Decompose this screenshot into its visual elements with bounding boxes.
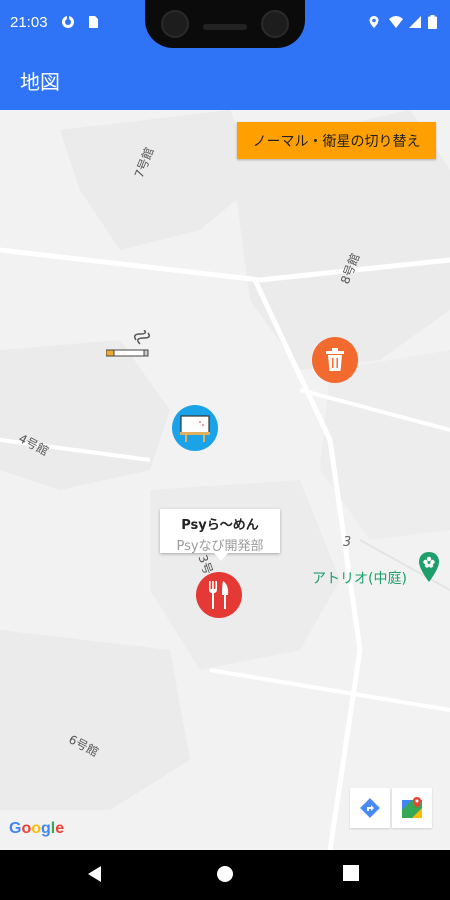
location-icon (369, 16, 379, 28)
signal-icon (409, 16, 421, 28)
app-bar: 地図 (0, 48, 450, 110)
smoking-icon[interactable] (106, 330, 154, 362)
system-navigation-bar (0, 850, 450, 900)
camera-notch (145, 0, 305, 48)
home-icon[interactable] (216, 865, 234, 883)
map-background (0, 110, 450, 850)
directions-button[interactable] (350, 788, 390, 828)
sync-icon (62, 15, 74, 28)
earpiece-speaker (203, 24, 247, 30)
status-bar: 21:03 (0, 0, 450, 48)
recents-icon[interactable] (343, 865, 359, 881)
map-view[interactable]: 7号館 8号館 4号館 6号館 3号 3 ノーマル・衛星の切り替え Psyら〜め… (0, 110, 450, 850)
wifi-icon (389, 16, 403, 28)
trash-marker[interactable] (312, 337, 358, 383)
restaurant-icon (209, 581, 229, 609)
marker-info-window[interactable]: Psyら〜めん Psyなび開発部 (160, 509, 280, 561)
back-icon[interactable] (86, 865, 104, 883)
info-window-subtitle: Psyなび開発部 (176, 539, 264, 554)
battery-icon (428, 15, 437, 29)
poi-flower-icon[interactable] (418, 552, 440, 582)
camera-right (261, 10, 289, 38)
info-window-title: Psyら〜めん (181, 518, 259, 533)
google-logo: Google (9, 820, 65, 837)
page-title: 地図 (20, 70, 60, 94)
restaurant-marker[interactable] (196, 572, 242, 618)
poi-label[interactable]: アトリオ(中庭) (312, 568, 407, 588)
street-number: 3 (343, 535, 352, 550)
google-maps-icon (402, 797, 422, 818)
status-time: 21:03 (10, 14, 48, 31)
camera-left (161, 10, 189, 38)
map-type-toggle-button[interactable]: ノーマル・衛星の切り替え (237, 122, 436, 159)
phone-screen: 21:03 地図 7号館 8号館 4号館 6号館 3号 3 ノーマル・衛星の切り… (0, 0, 450, 900)
directions-icon (360, 798, 380, 818)
info-window-tail (214, 553, 228, 561)
whiteboard-marker[interactable] (172, 405, 218, 451)
sim-card-icon (89, 16, 98, 28)
trash-can-icon (326, 348, 344, 371)
whiteboard-icon (180, 415, 210, 442)
open-google-maps-button[interactable] (392, 788, 432, 828)
